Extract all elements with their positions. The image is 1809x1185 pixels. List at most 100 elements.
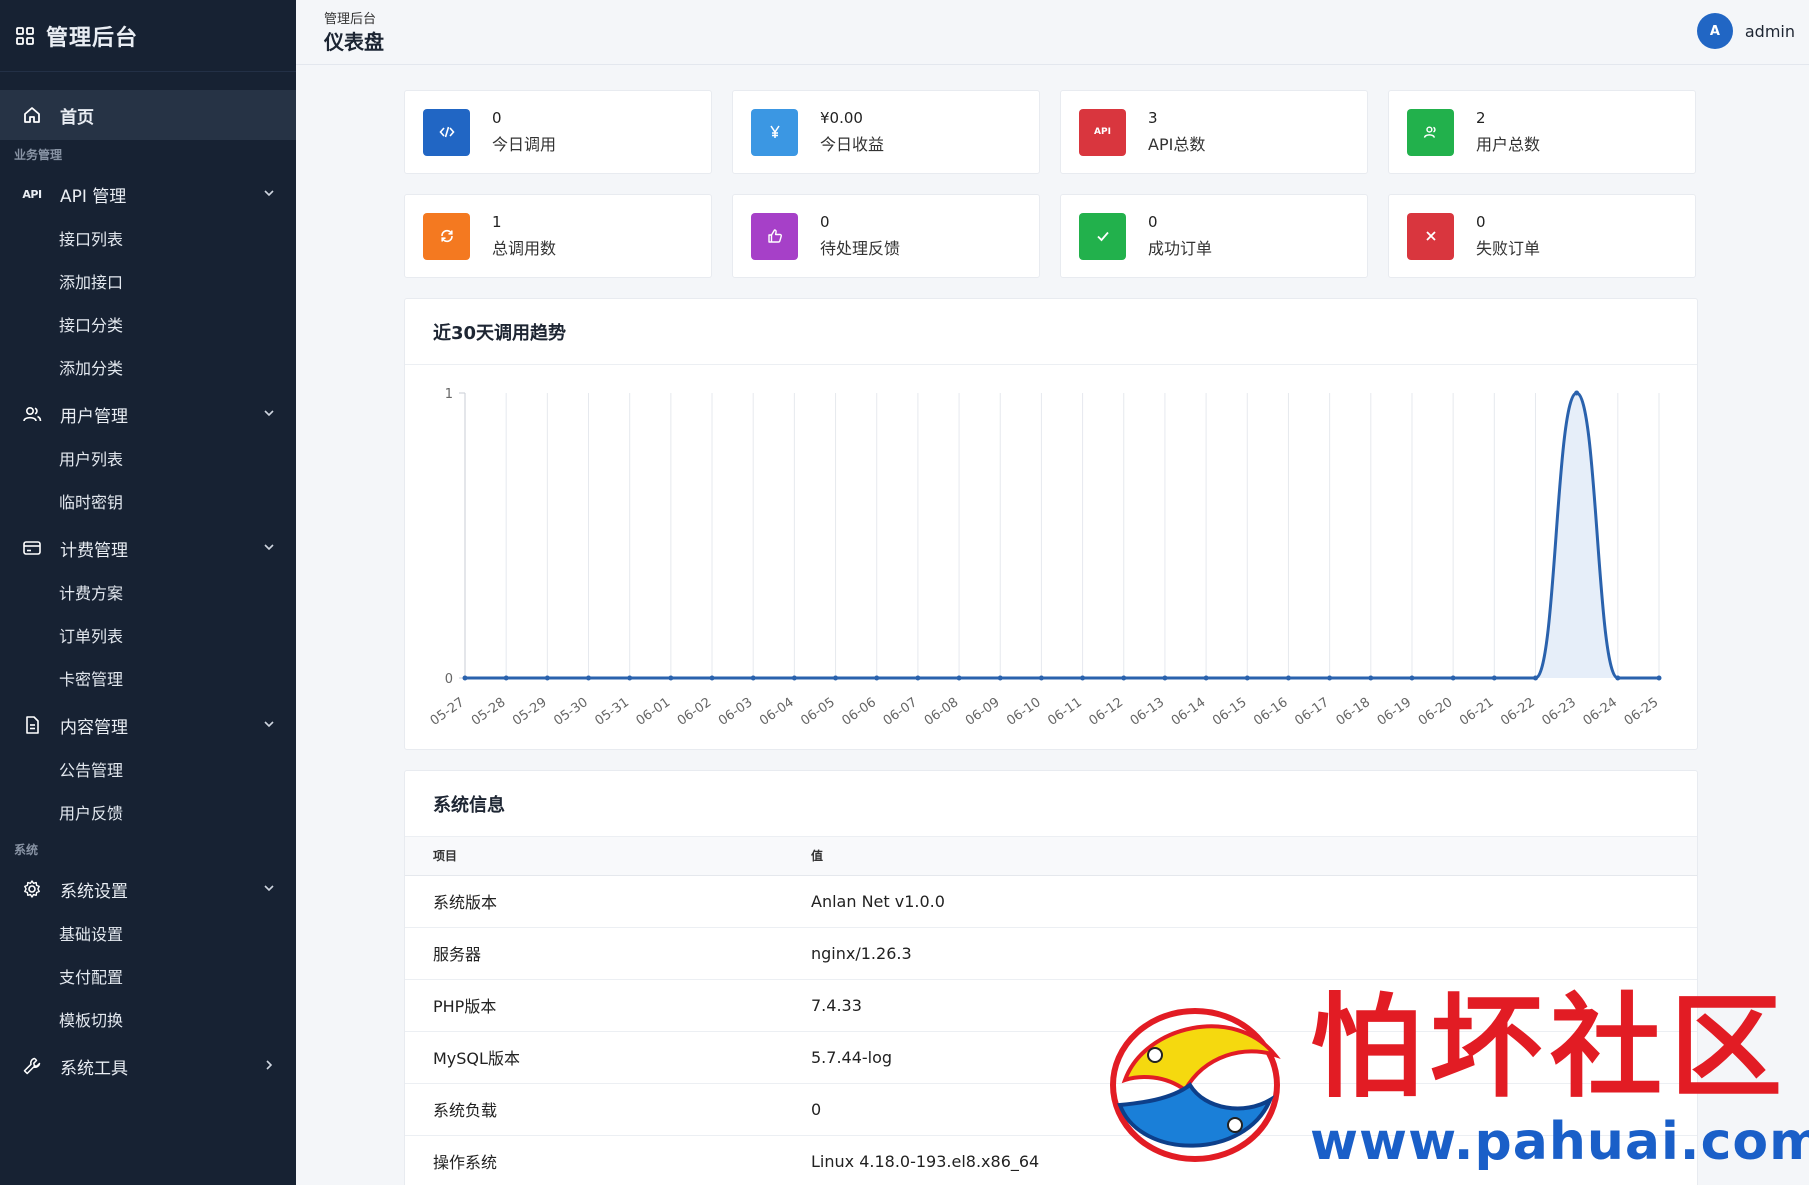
data-point <box>709 675 715 681</box>
sidebar-item-payment-config[interactable]: 支付配置 <box>0 956 296 999</box>
section-label-system: 系统 <box>14 843 39 857</box>
chevron-right-icon <box>266 1060 273 1070</box>
chevron-down-icon <box>264 410 274 417</box>
sidebar-item-api-list[interactable]: 接口列表 <box>0 218 296 261</box>
stat-value: 2 <box>1476 109 1486 127</box>
x-tick-label: 06-12 <box>1087 695 1127 729</box>
sidebar-group-users[interactable]: 用户管理 <box>0 390 296 438</box>
data-point <box>668 675 674 681</box>
stat-card-user-total: 2 用户总数 <box>1388 90 1696 174</box>
column-header: 项目 <box>405 837 811 876</box>
table-header-row: 项目 值 <box>405 837 1697 876</box>
row-key: 操作系统 <box>405 1135 811 1185</box>
x-tick-label: 06-03 <box>716 695 756 729</box>
stat-card-success-orders: 0 成功订单 <box>1060 194 1368 278</box>
stat-value: 0 <box>820 213 830 231</box>
x-tick-label: 06-06 <box>839 695 879 729</box>
sidebar-item-temp-keys[interactable]: 临时密钥 <box>0 481 296 524</box>
username[interactable]: admin <box>1745 22 1795 41</box>
table-row: 服务器 nginx/1.26.3 <box>405 927 1697 980</box>
data-point <box>462 675 468 681</box>
stat-label: 失败订单 <box>1476 239 1541 258</box>
stat-card-pending-feedback: 0 待处理反馈 <box>732 194 1040 278</box>
chevron-down-icon <box>264 721 274 728</box>
stat-card-failed-orders: 0 失败订单 <box>1388 194 1696 278</box>
sidebar-item-announcements[interactable]: 公告管理 <box>0 749 296 792</box>
data-point <box>1203 675 1209 681</box>
sidebar-item-template-switch[interactable]: 模板切换 <box>0 999 296 1042</box>
data-point <box>586 675 592 681</box>
chevron-down-icon <box>264 885 274 892</box>
data-point <box>1121 675 1127 681</box>
chevron-down-icon <box>264 190 274 197</box>
sidebar-item-api-category[interactable]: 接口分类 <box>0 304 296 347</box>
sidebar-item-user-list[interactable]: 用户列表 <box>0 438 296 481</box>
x-tick-label: 05-30 <box>551 695 591 729</box>
sidebar-item-add-api[interactable]: 添加接口 <box>0 261 296 304</box>
sidebar-group-content[interactable]: 内容管理 <box>0 701 296 749</box>
users-icon <box>1407 108 1454 156</box>
stat-card-total-calls: 1 总调用数 <box>404 194 712 278</box>
sidebar-group-label: 系统工具 <box>60 1058 128 1079</box>
breadcrumb[interactable]: 管理后台 <box>324 8 376 27</box>
stat-label: 待处理反馈 <box>820 239 901 258</box>
x-tick-label: 05-31 <box>592 695 632 729</box>
data-point <box>1450 675 1456 681</box>
document-icon <box>26 716 39 734</box>
stat-value: 0 <box>1148 213 1158 231</box>
x-tick-label: 06-01 <box>634 695 674 729</box>
sidebar-item-add-category[interactable]: 添加分类 <box>0 347 296 390</box>
y-tick-label: 1 <box>445 387 453 402</box>
trend-chart-card: 近30天调用趋势 0 1 05-27 05-28 05-29 05-30 05-31 06-0… <box>404 298 1698 750</box>
sidebar-group-billing[interactable]: 计费管理 <box>0 524 296 572</box>
data-point <box>1656 675 1662 681</box>
x-tick-label: 06-22 <box>1498 695 1538 729</box>
y-tick-label: 0 <box>445 672 453 687</box>
x-tick-label: 06-19 <box>1375 695 1415 729</box>
tools-icon <box>23 1057 41 1075</box>
sidebar-group-label: 内容管理 <box>60 717 128 738</box>
stat-card-today-calls: 0 今日调用 <box>404 90 712 174</box>
stat-card-api-total: API 3 API总数 <box>1060 90 1368 174</box>
x-tick-label: 06-18 <box>1334 695 1374 729</box>
refresh-icon <box>423 212 470 260</box>
sidebar-item-card-keys[interactable]: 卡密管理 <box>0 658 296 701</box>
x-tick-label: 06-02 <box>675 695 715 729</box>
avatar[interactable]: A <box>1696 13 1733 49</box>
x-tick-label: 06-16 <box>1251 695 1291 729</box>
check-icon <box>1079 212 1126 260</box>
close-icon <box>1407 212 1454 260</box>
data-point <box>956 675 962 681</box>
brand[interactable]: 管理后台 <box>0 0 296 72</box>
data-point <box>1615 675 1621 681</box>
page-title: 仪表盘 <box>324 30 384 54</box>
gear-icon <box>24 880 40 898</box>
code-icon <box>423 108 470 156</box>
x-tick-label: 06-15 <box>1210 695 1250 729</box>
sidebar-item-basic-settings[interactable]: 基础设置 <box>0 913 296 956</box>
series-area <box>465 393 1659 678</box>
sidebar-group-settings[interactable]: 系统设置 <box>0 865 296 913</box>
sidebar-item-feedback[interactable]: 用户反馈 <box>0 792 296 835</box>
sidebar-item-home[interactable]: 首页 <box>0 90 296 140</box>
sidebar-item-order-list[interactable]: 订单列表 <box>0 615 296 658</box>
data-point <box>915 675 921 681</box>
data-point <box>1368 675 1374 681</box>
x-tick-label: 06-17 <box>1292 695 1332 729</box>
stat-card-today-income: ¥0.00 今日收益 <box>732 90 1040 174</box>
data-point <box>1491 675 1497 681</box>
x-tick-label: 06-05 <box>798 695 838 729</box>
sidebar-group-tools[interactable]: 系统工具 <box>0 1042 296 1090</box>
user-menu[interactable]: A admin <box>1696 13 1795 49</box>
column-header: 值 <box>811 837 1697 876</box>
row-key: 系统版本 <box>405 875 811 928</box>
brand-title: 管理后台 <box>46 25 139 51</box>
fish-logo-icon <box>1110 1008 1281 1162</box>
data-point <box>791 675 797 681</box>
data-point <box>833 675 839 681</box>
data-point <box>503 675 509 681</box>
sidebar-group-api[interactable]: API API 管理 <box>0 170 296 218</box>
sidebar-item-billing-plans[interactable]: 计费方案 <box>0 572 296 615</box>
x-tick-label: 06-14 <box>1169 695 1209 729</box>
data-point <box>1162 675 1168 681</box>
